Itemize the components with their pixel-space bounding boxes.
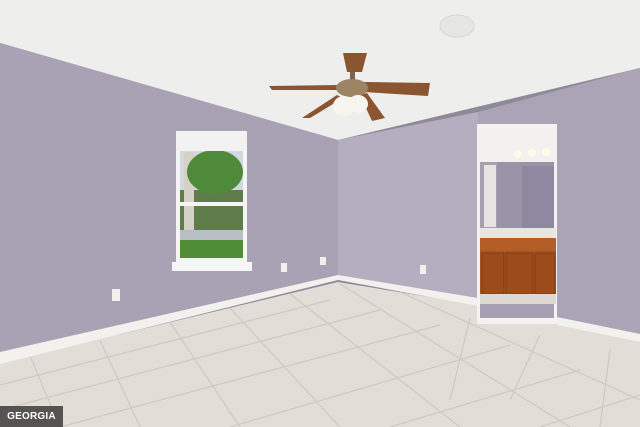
room-illustration <box>0 0 640 427</box>
right-outlet <box>420 265 426 274</box>
back-outlet-right <box>320 257 326 265</box>
back-outlet-left <box>281 263 287 272</box>
left-outlet <box>112 289 120 301</box>
watermark-logo: GEORGIA MLS <box>0 406 63 427</box>
room-photo: GEORGIA MLS <box>0 0 640 427</box>
bathroom-doorway <box>477 124 557 324</box>
back-wall <box>338 112 478 300</box>
window <box>172 131 252 271</box>
smoke-detector <box>439 14 475 38</box>
